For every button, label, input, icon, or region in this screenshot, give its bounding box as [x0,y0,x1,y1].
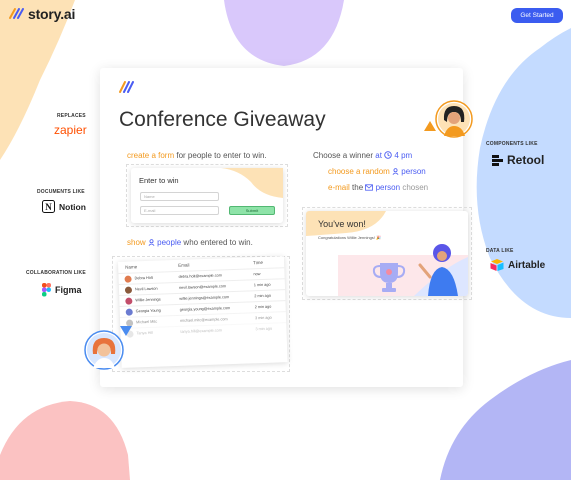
row-email: michael.mitc@example.com [180,317,228,323]
choose-winner-text: Choose a winner [313,151,374,160]
svg-text:N: N [45,202,52,212]
avatar [124,275,132,283]
form-title: Enter to win [139,176,179,185]
person-icon [392,168,399,175]
show-people-rest: who entered to win. [183,238,253,247]
celebrating-person-illustration [414,244,468,296]
step-email-person: e-mail the person chosen [328,183,428,192]
figma-brand: Figma [42,283,82,297]
col-header-name: Name [125,264,138,270]
at-text: at [375,151,382,160]
time-link[interactable]: 4 pm [394,151,412,160]
logo-mark-icon [9,8,24,19]
get-started-button[interactable]: Get Started [511,8,563,23]
row-name: Willie Jennings [135,297,161,303]
person-icon [148,239,155,246]
mail-icon [365,184,374,191]
page-title: Conference Giveaway [119,108,326,131]
entries-table: Name Email Time Debra Holt debra.holt@ex… [118,256,288,368]
collaboration-caption: COLLABORATION LIKE [26,270,86,276]
row-name: Michael Mitc [136,319,158,325]
zapier-brand: zapier [54,123,87,137]
email-link[interactable]: e-mail [328,183,350,192]
documents-caption: DOCUMENTS LIKE [37,189,85,195]
row-time: 2 min ago [254,304,272,310]
chosen-text: chosen [402,183,429,192]
retool-label: Retool [507,153,545,167]
row-email: tanya.hill@example.com [180,328,222,334]
form-peach-accent [221,168,283,198]
row-time: 3 min ago [255,326,273,332]
decor-blob-bottom-left [0,401,130,480]
replaces-caption: REPLACES [57,113,86,119]
submit-button[interactable]: Submit [229,206,275,215]
chosen-person-link[interactable]: person [376,183,400,192]
story-ai-logo[interactable]: story.ai [8,6,75,22]
notion-label: Notion [59,201,86,212]
avatar-redhead [84,330,124,370]
retool-icon [492,154,503,166]
avatar [125,308,133,316]
avatar [125,297,133,305]
name-field[interactable]: Name [140,192,219,201]
person-link[interactable]: person [401,167,425,176]
airtable-brand: Airtable [490,259,545,271]
airtable-label: Airtable [508,259,546,271]
logo-text: story.ai [28,6,76,22]
decor-blob-right [476,28,571,318]
step-create-form: create a form for people to enter to win… [127,151,267,160]
row-time: now [253,272,261,277]
step-random-person: choose a random person [328,167,426,176]
won-title: You've won! [318,219,366,229]
won-subtitle: Congratulations Willie Jennings! 🎉 [318,235,382,240]
people-link[interactable]: people [157,238,181,247]
row-email: nevil.lawson@example.com [178,284,227,290]
components-caption: COMPONENTS LIKE [486,141,538,147]
create-form-rest: for people to enter to win. [176,151,267,160]
card-logo-mark-icon [119,81,134,93]
you-won-email: You've won! Congratulations Willie Jenni… [306,211,468,296]
airtable-icon [490,259,504,271]
email-field[interactable]: E-mail [140,206,219,215]
figma-label: Figma [55,285,82,295]
row-email: georgia.young@example.com [179,306,231,312]
data-caption: DATA LIKE [486,248,514,254]
avatar-woman [435,100,473,138]
create-form-link[interactable]: create a form [127,151,174,160]
clock-icon [384,151,392,159]
step-show-people: show people who entered to win. [127,238,253,247]
trophy-icon [372,263,406,292]
notion-brand: N Notion [42,200,86,213]
the-text: the [352,183,364,192]
row-name: Debra Holt [134,275,153,281]
row-name: Nevil Lawson [134,286,158,292]
row-name: Tanya Hill [136,330,154,336]
notion-icon: N [42,200,55,213]
col-header-time: Time [253,259,264,266]
row-time: 2 min ago [254,293,272,299]
decor-blob-top-center [224,0,344,66]
row-name: Georgia Young [135,308,161,314]
avatar [124,286,133,294]
row-email: willie.jennings@example.com [179,295,230,301]
show-link[interactable]: show [127,238,146,247]
step-choose-winner: Choose a winner at 4 pm [313,151,412,160]
col-header-email: Email [178,262,190,268]
retool-brand: Retool [492,153,544,167]
row-email: debra.holt@example.com [178,273,222,279]
row-time: 3 min ago [254,315,272,321]
row-time: 1 min ago [253,282,271,288]
choose-random-link[interactable]: choose a random [328,167,390,176]
zapier-label: zapier [54,123,87,137]
figma-icon [42,283,51,297]
